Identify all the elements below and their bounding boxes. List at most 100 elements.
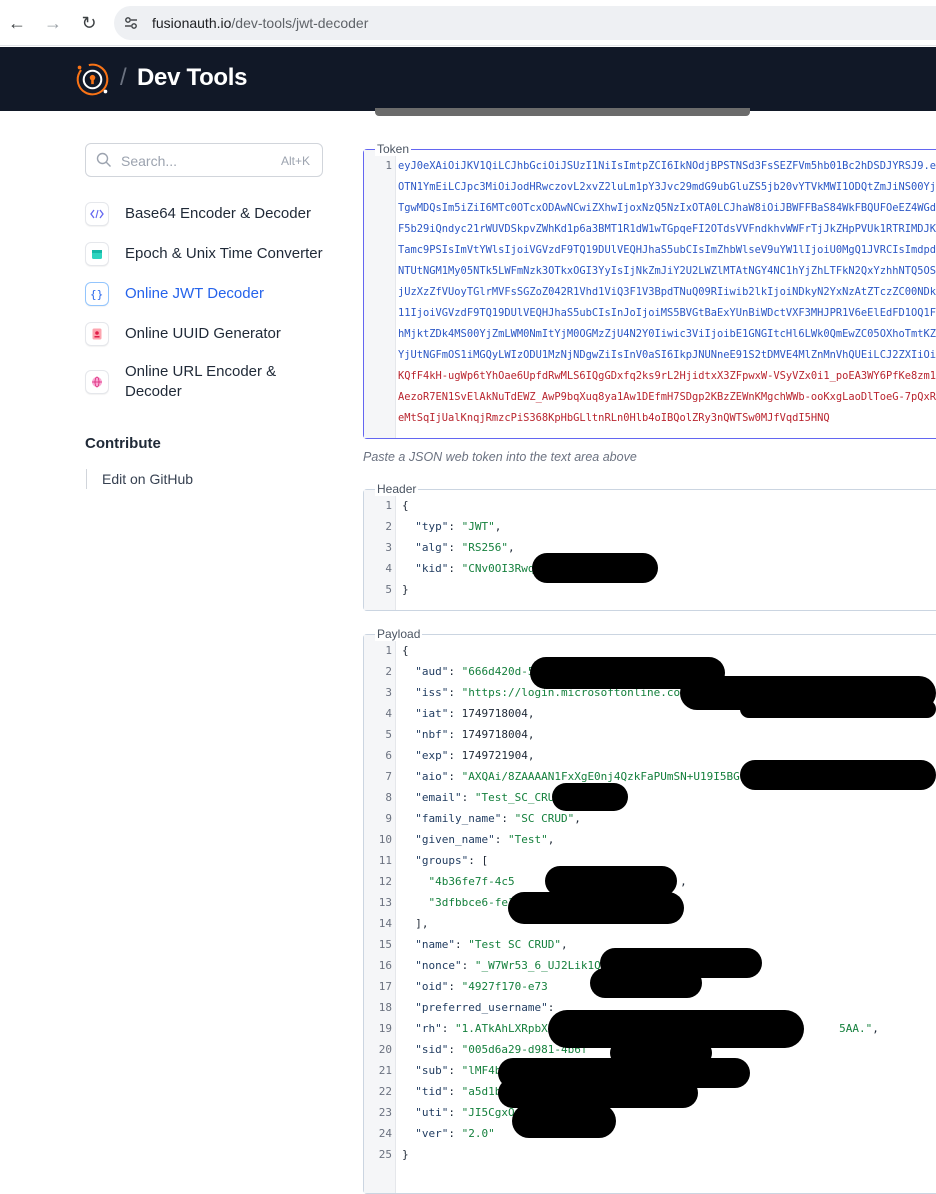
- json-token: ,: [507, 541, 515, 554]
- line-number: 2: [385, 520, 392, 533]
- id-badge-icon: [85, 322, 109, 346]
- code-line: 4 "iat": 1749718004,: [364, 703, 534, 724]
- sidebar-item-uuid[interactable]: Online UUID Generator: [85, 322, 335, 346]
- line-number: 14: [378, 917, 392, 930]
- json-token: :: [461, 959, 475, 972]
- forward-arrow-icon[interactable]: →: [40, 10, 66, 36]
- line-number: 21: [378, 1064, 392, 1077]
- code-line: 5}: [364, 579, 409, 600]
- brand-title[interactable]: Dev Tools: [137, 64, 248, 92]
- url-host: fusionauth.io: [152, 15, 232, 31]
- code-line: 2 "aud": "666d420d-50d: [364, 661, 547, 682]
- sidebar-item-epoch[interactable]: Epoch & Unix Time Converter: [85, 242, 335, 266]
- sidebar-item-label: Online URL Encoder & Decoder: [125, 363, 277, 400]
- json-token: :: [448, 1064, 462, 1077]
- json-token: :: [448, 686, 462, 699]
- code-text: "groups": [: [402, 854, 488, 867]
- code-line: 6 "exp": 1749721904,: [364, 745, 534, 766]
- json-key: "typ": [402, 520, 449, 533]
- code-text: {: [402, 644, 409, 657]
- json-key: "nonce": [402, 959, 462, 972]
- contribute-heading: Contribute: [85, 435, 161, 452]
- json-token: :: [441, 1022, 455, 1035]
- line-number: 1: [385, 644, 392, 657]
- line-number: 1: [385, 159, 392, 172]
- token-text-line: eyJ0eXAiOiJKV1QiLCJhbGciOiJSUzI1NiIsImtp…: [398, 159, 936, 172]
- json-string: "CNv0OI3Rwql: [461, 562, 542, 575]
- json-token: :: [448, 541, 462, 554]
- json-key: "aio": [402, 770, 449, 783]
- json-key: "nbf": [402, 728, 449, 741]
- token-text-line: hMjktZDk4MS00YjZmLWM0NmItYjM0OGMzZjU4N2Y…: [398, 327, 936, 340]
- url-text[interactable]: fusionauth.io/dev-tools/jwt-decoder: [152, 15, 368, 31]
- json-token: :: [501, 812, 515, 825]
- line-number: 20: [378, 1043, 392, 1056]
- header-json-view[interactable]: 1{2 "typ": "JWT", 3 "alg": "RS256", 4 "kid…: [363, 489, 936, 611]
- line-number: 5: [385, 583, 392, 596]
- line-number: 4: [385, 707, 392, 720]
- json-token: ,: [527, 728, 535, 741]
- redaction-mark: [740, 700, 936, 718]
- json-token: ,: [872, 1022, 879, 1035]
- divider: [86, 469, 87, 489]
- search-input[interactable]: Search... Alt+K: [85, 143, 323, 177]
- json-string: "Test": [507, 833, 548, 846]
- token-text-line: OTN1YmEiLCJpc3MiOiJodHRwczovL2xvZ2luLm1p…: [398, 180, 936, 193]
- code-text: "family_name": "SC CRUD",: [402, 812, 581, 825]
- globe-icon: [85, 370, 109, 394]
- line-number: 10: [378, 833, 392, 846]
- code-text: "exp": 1749721904,: [402, 749, 534, 762]
- code-line: 9 "family_name": "SC CRUD",: [364, 808, 581, 829]
- json-string: "JWT": [461, 520, 495, 533]
- code-line: 18 "preferred_username":: [364, 997, 561, 1018]
- code-text: }: [402, 583, 409, 596]
- sidebar-item-jwt-decoder[interactable]: {} Online JWT Decoder: [85, 282, 335, 306]
- line-gutter: [364, 150, 396, 438]
- address-bar[interactable]: fusionauth.io/dev-tools/jwt-decoder: [114, 6, 936, 40]
- token-hint: Paste a JSON web token into the text are…: [363, 450, 637, 464]
- line-number: 8: [385, 791, 392, 804]
- json-string: "SC CRUD": [514, 812, 575, 825]
- sidebar-item-base64[interactable]: Base64 Encoder & Decoder: [85, 202, 335, 226]
- code-text: "nbf": 1749718004,: [402, 728, 534, 741]
- line-number: 11: [378, 854, 392, 867]
- sidebar-item-label: Online UUID Generator: [125, 325, 281, 342]
- line-number: 2: [385, 665, 392, 678]
- code-line: 14 ],: [364, 913, 429, 934]
- code-text: "iat": 1749718004,: [402, 707, 534, 720]
- line-number: 5: [385, 728, 392, 741]
- fusionauth-logo-icon[interactable]: [74, 61, 111, 98]
- code-line: 13 "3dfbbce6-fe1: [364, 892, 515, 913]
- site-settings-icon[interactable]: [122, 14, 140, 32]
- token-text-line: 11IjoiVGVzdF9TQ19DUlVEQHJhaS5ubCIsInJoIj…: [398, 306, 936, 319]
- site-header: / Dev Tools: [0, 47, 936, 111]
- code-text: "ver": "2.0": [402, 1127, 495, 1140]
- reload-icon[interactable]: ↻: [76, 10, 102, 36]
- token-text-line: TgwMDQsIm5iZiI6MTc0OTcxODAwNCwiZXhwIjoxN…: [398, 201, 936, 214]
- json-key: "name": [402, 938, 455, 951]
- brand-separator: /: [120, 64, 127, 91]
- sidebar-item-label: Base64 Encoder & Decoder: [125, 205, 311, 222]
- token-text-line: F5b29iQndyc21rWUVDSkpvZWhKd1p6a3BMT1R1dW…: [398, 222, 936, 235]
- json-key: "rh": [402, 1022, 442, 1035]
- json-token: 1749721904: [461, 749, 528, 762]
- token-text-line: eMtSqIjUalKnqjRmzcPiS368KpHbGLltnRLn0Hlb…: [398, 411, 830, 424]
- sidebar-item-url-encoder[interactable]: Online URL Encoder & Decoder: [85, 362, 335, 402]
- json-string: "4b36fe7f-4c5: [402, 875, 515, 888]
- search-placeholder: Search...: [121, 153, 178, 169]
- line-number: 12: [378, 875, 392, 888]
- json-token: :: [454, 938, 469, 951]
- token-text-line: jUzXzZfVUoyTGlrMVFsSGZoZ042R1Vhd1ViQ3F1V…: [398, 285, 936, 298]
- back-arrow-icon[interactable]: ←: [4, 10, 30, 36]
- code-line: 2 "typ": "JWT",: [364, 516, 501, 537]
- code-line: 24 "ver": "2.0": [364, 1123, 495, 1144]
- calendar-icon: [85, 242, 109, 266]
- json-token: :: [448, 665, 462, 678]
- token-textarea[interactable]: 1 eyJ0eXAiOiJKV1QiLCJhbGciOiJSUzI1NiIsIm…: [363, 149, 936, 439]
- edit-on-github-link[interactable]: Edit on GitHub: [102, 471, 193, 487]
- json-string: "a5d1b: [461, 1085, 502, 1098]
- json-string: "Test_SC_CRUD: [474, 791, 561, 804]
- line-number: 15: [378, 938, 392, 951]
- code-text: "preferred_username":: [402, 1001, 561, 1014]
- url-path: /dev-tools/jwt-decoder: [231, 15, 369, 31]
